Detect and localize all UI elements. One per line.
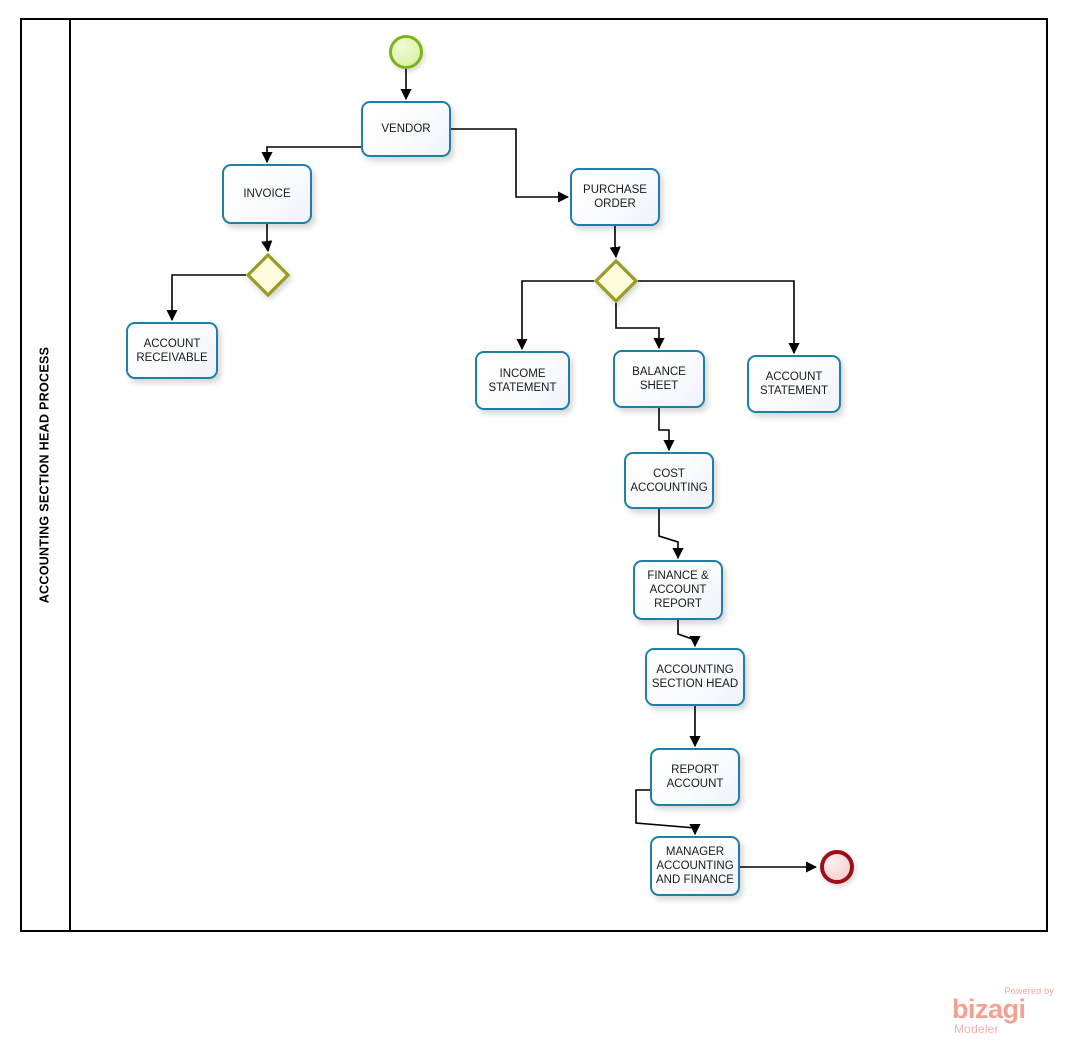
task-account-statement[interactable]: ACCOUNT STATEMENT	[747, 355, 841, 413]
watermark-brand-text: bizagi	[952, 994, 1026, 1024]
task-label: FINANCE & ACCOUNT REPORT	[647, 570, 709, 610]
task-label: ACCOUNT RECEIVABLE	[136, 337, 208, 364]
task-label: ACCOUNT STATEMENT	[760, 371, 828, 397]
task-label: COST ACCOUNTING	[630, 467, 708, 494]
task-invoice[interactable]: INVOICE	[222, 164, 312, 224]
task-manager-accounting-and-finance[interactable]: MANAGER ACCOUNTING AND FINANCE	[650, 836, 740, 896]
task-income-statement[interactable]: INCOME STATEMENT	[475, 351, 570, 410]
task-finance-and-account-report[interactable]: FINANCE & ACCOUNT REPORT	[633, 560, 723, 620]
gateway-invoice-split[interactable]	[245, 252, 291, 298]
task-label: INCOME STATEMENT	[488, 367, 557, 394]
pool-label: ACCOUNTING SECTION HEAD PROCESS	[37, 346, 52, 604]
task-label: BALANCE SHEET	[632, 366, 686, 392]
task-cost-accounting[interactable]: COST ACCOUNTING	[624, 452, 714, 509]
task-label: ACCOUNTING SECTION HEAD	[651, 664, 739, 690]
task-accounting-section-head[interactable]: ACCOUNTING SECTION HEAD	[645, 648, 745, 706]
pool-header: ACCOUNTING SECTION HEAD PROCESS	[20, 18, 71, 932]
task-label: VENDOR	[381, 123, 431, 135]
task-label: INVOICE	[243, 188, 291, 200]
task-label: MANAGER ACCOUNTING AND FINANCE	[656, 846, 734, 886]
task-balance-sheet[interactable]: BALANCE SHEET	[613, 350, 705, 408]
task-label: PURCHASE ORDER	[583, 184, 647, 210]
task-label: REPORT ACCOUNT	[666, 764, 724, 790]
diagram-canvas: ACCOUNTING SECTION HEAD PROCESS VENDOR I…	[0, 0, 1068, 1044]
task-purchase-order[interactable]: PURCHASE ORDER	[570, 168, 660, 226]
end-event[interactable]	[820, 850, 854, 884]
process-pool	[20, 18, 1048, 932]
bizagi-watermark: Powered by bizagi Modeler	[952, 986, 1056, 1036]
gateway-purchase-split[interactable]	[593, 258, 639, 304]
task-account-receivable[interactable]: ACCOUNT RECEIVABLE	[126, 322, 218, 379]
task-vendor[interactable]: VENDOR	[361, 101, 451, 157]
start-event[interactable]	[389, 35, 423, 69]
watermark-product-text: Modeler	[954, 1022, 999, 1036]
task-report-account[interactable]: REPORT ACCOUNT	[650, 748, 740, 806]
